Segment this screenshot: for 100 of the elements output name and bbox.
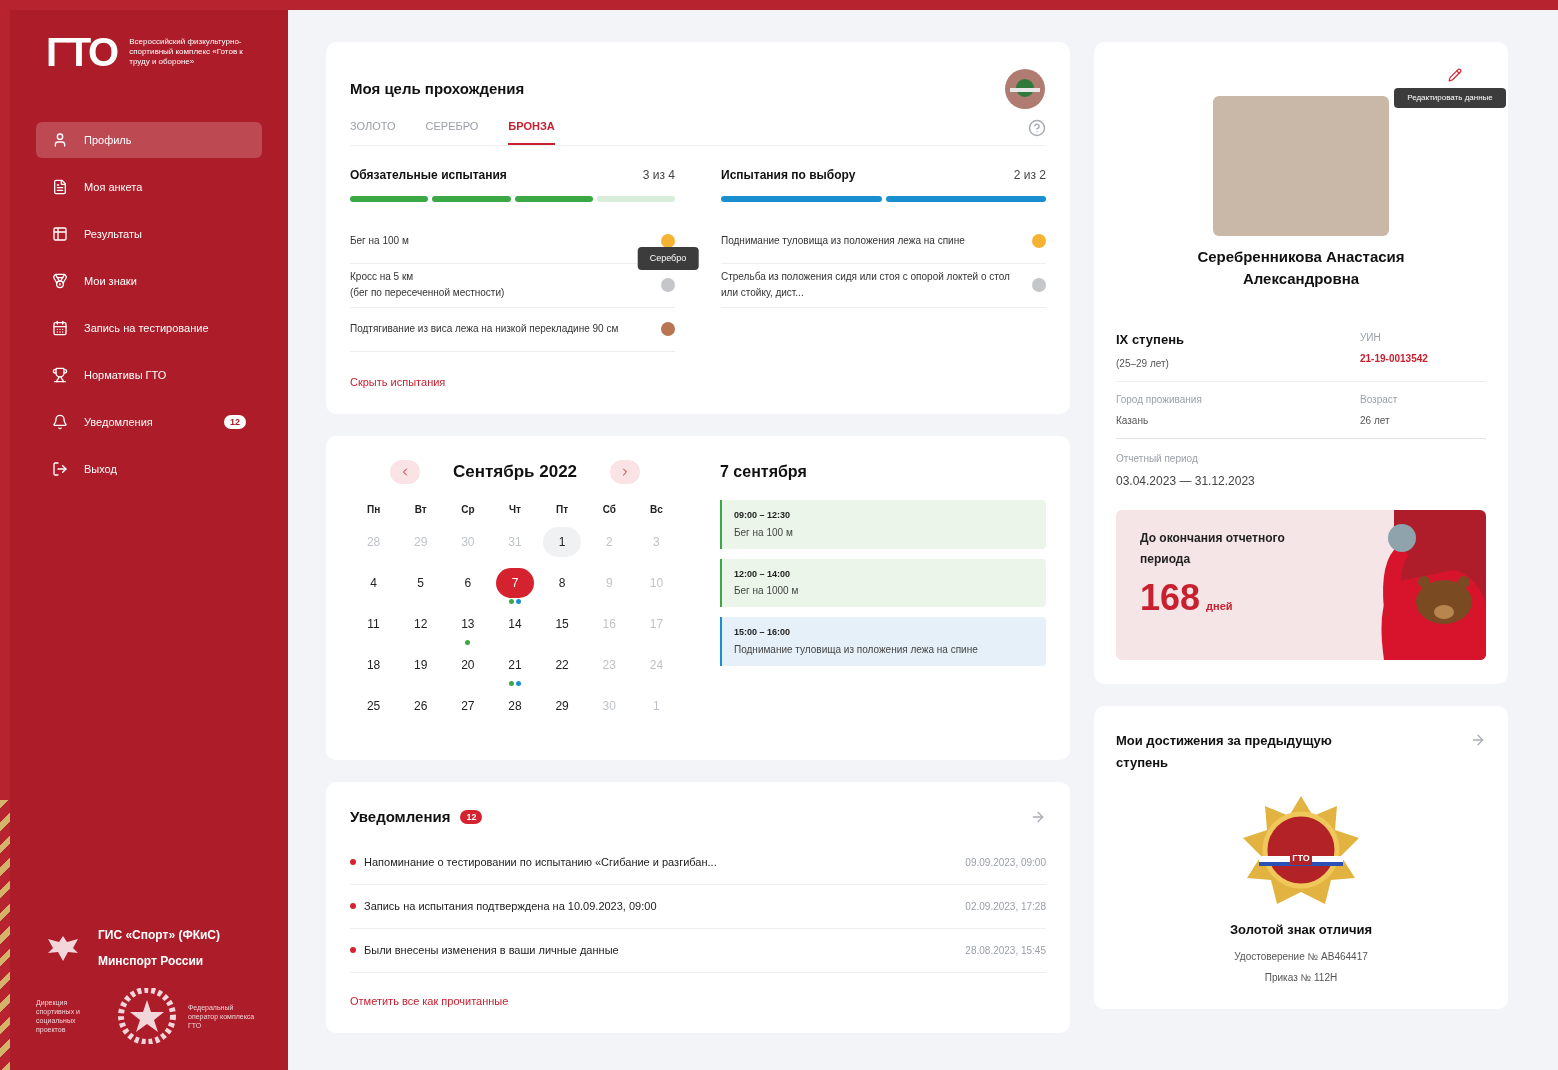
sidebar-item[interactable]: Моя анкета: [36, 169, 262, 205]
event-card[interactable]: 09:00 – 12:30 Бег на 100 м: [720, 500, 1046, 549]
weekday-label: Ср: [460, 503, 476, 517]
weekday-label: Сб: [601, 503, 617, 517]
calendar-icon: [52, 320, 68, 336]
sidebar-item[interactable]: Мои знаки: [36, 263, 262, 299]
field-label: Возраст: [1360, 392, 1399, 407]
mark-all-read-link[interactable]: Отметить все как прочитанные: [350, 992, 1046, 1009]
user-icon: [52, 132, 68, 148]
event-time: 09:00 – 12:30: [734, 509, 792, 522]
sidebar-item[interactable]: Профиль: [36, 122, 262, 158]
footer-text: Минспорт России: [98, 953, 205, 970]
event-card[interactable]: 15:00 – 16:00 Поднимание туловища из положения лежа на спине: [720, 617, 1046, 666]
event-title: Бег на 100 м: [734, 525, 794, 540]
test-name: Стрельба из положения сидя или стоя с опорой локтей о стол или стойку, дист...: [721, 270, 1011, 300]
calendar-day[interactable]: 4: [354, 568, 393, 598]
sidebar-item[interactable]: Выход: [36, 451, 262, 487]
calendar-day[interactable]: 25: [354, 691, 393, 721]
countdown-number: 168: [1140, 579, 1201, 616]
count-badge: 12: [224, 415, 246, 429]
edit-icon[interactable]: [1448, 68, 1462, 82]
weekday-label: Вт: [413, 503, 428, 517]
field-value: 21-19-0013542: [1360, 352, 1429, 366]
logout-icon: [52, 461, 68, 477]
calendar-day[interactable]: 5: [401, 568, 440, 598]
countdown-title: До окончания отчетного периода: [1140, 529, 1286, 568]
medal-tab[interactable]: БРОНЗА: [508, 118, 555, 145]
calendar-day[interactable]: 6: [448, 568, 487, 598]
group-title: Испытания по выбору: [721, 166, 856, 184]
event-time: 15:00 – 16:00: [734, 626, 792, 639]
selected-date-title: 7 сентября: [720, 462, 808, 482]
field-label: Отчетный период: [1116, 451, 1199, 466]
calendar-day[interactable]: 11: [354, 609, 393, 639]
test-name: Кросс на 5 км (бег по пересеченной местности): [350, 270, 505, 300]
sidebar-item[interactable]: Результаты: [36, 216, 262, 252]
field-label: IX ступень: [1116, 331, 1185, 349]
table-icon: [52, 226, 68, 242]
calendar-day[interactable]: 20: [448, 650, 487, 680]
sidebar-item[interactable]: Уведомления 12: [36, 404, 262, 440]
calendar-day[interactable]: 12: [401, 609, 440, 639]
notification-row[interactable]: Были внесены изменения в ваши личные данные 28.08.2023, 15:45: [350, 928, 1046, 973]
medal-icon: [52, 273, 68, 289]
award-title: Золотой знак отличия: [1229, 920, 1373, 939]
calendar-day[interactable]: 29: [543, 691, 582, 721]
event-time: 12:00 – 14:00: [734, 567, 792, 581]
calendar-day[interactable]: 26: [401, 691, 440, 721]
next-month-button[interactable]: [610, 460, 640, 484]
card-title: Моя цель прохождения: [350, 78, 525, 99]
badge-emblem-icon: [1004, 68, 1046, 110]
weekday-label: Пн: [365, 503, 382, 517]
calendar-day[interactable]: 15: [543, 609, 582, 639]
notification-row[interactable]: Напоминание о тестировании по испытанию «Сгибание и разгибан... 09.09.2023, 09:00: [350, 840, 1046, 885]
calendar-day[interactable]: 19: [401, 650, 440, 680]
calendar-day[interactable]: 18: [354, 650, 393, 680]
notification-text: Были внесены изменения в ваши личные данные: [364, 942, 620, 958]
field-value: Казань: [1116, 413, 1150, 428]
notification-row[interactable]: Запись на испытания подтверждена на 10.09.2023, 09:00 02.09.2023, 17:28: [350, 884, 1046, 929]
calendar-day[interactable]: 27: [448, 691, 487, 721]
sidebar-item[interactable]: Запись на тестирование: [36, 310, 262, 346]
hide-tests-link[interactable]: Скрыть испытания: [350, 373, 1046, 390]
document-icon: [52, 179, 68, 195]
notification-text: Напоминание о тестировании по испытанию «Сгибание и разгибан...: [364, 854, 718, 870]
tooltip: Редактировать данные: [1394, 88, 1506, 108]
calendar-day[interactable]: 22: [543, 650, 582, 680]
count-badge: 12: [460, 810, 483, 825]
order-number: Приказ № 112Н: [1264, 971, 1338, 985]
weekday-label: Пт: [555, 503, 570, 517]
card-title: Уведомления: [350, 807, 451, 827]
event-card[interactable]: 12:00 – 14:00 Бег на 1000 м: [720, 558, 1046, 607]
calendar-day[interactable]: 1: [543, 527, 582, 557]
calendar-day[interactable]: 13: [448, 609, 487, 639]
previous-month-button[interactable]: [390, 460, 420, 484]
calendar-day[interactable]: 14: [496, 609, 534, 639]
calendar-day[interactable]: 21: [496, 650, 534, 680]
weekday-label: Чт: [508, 503, 522, 517]
field-value: 26 лет: [1360, 413, 1391, 428]
person-name: Серебренникова Анастасия Александровна: [1196, 247, 1406, 289]
month-title: Сентябрь 2022: [451, 461, 579, 484]
event-title: Бег на 1000 м: [734, 584, 800, 598]
field-label: Город проживания: [1116, 392, 1203, 407]
group-count: 2 из 2: [1013, 166, 1046, 184]
calendar-day[interactable]: 8: [543, 568, 582, 598]
group-title: Обязательные испытания: [350, 166, 507, 184]
sidebar-item[interactable]: Нормативы ГТО: [36, 357, 262, 393]
countdown-unit: дней: [1206, 598, 1233, 614]
tooltip: Серебро: [637, 246, 699, 270]
calendar-day[interactable]: 28: [496, 691, 534, 721]
test-name: Подтягивание из виса лежа на низкой перекладине 90 см: [350, 322, 619, 336]
field-value: 03.04.2023 — 31.12.2023: [1116, 472, 1256, 490]
certificate-number: Удостоверение № АВ464417: [1234, 950, 1368, 964]
notification-text: Запись на испытания подтверждена на 10.09.2023, 09:00: [364, 898, 658, 914]
test-name: Бег на 100 м: [350, 234, 409, 248]
logo-mark: ГТО: [46, 32, 118, 72]
help-icon[interactable]: [1028, 118, 1046, 137]
test-name: Поднимание туловища из положения лежа на спине: [721, 234, 965, 248]
notification-time: 02.09.2023, 17:28: [965, 899, 1046, 914]
notification-time: 28.08.2023, 15:45: [965, 943, 1046, 958]
field-value: (25–29 лет): [1116, 356, 1170, 371]
group-count: 3 из 4: [642, 166, 675, 184]
calendar-day[interactable]: 7: [496, 568, 534, 598]
